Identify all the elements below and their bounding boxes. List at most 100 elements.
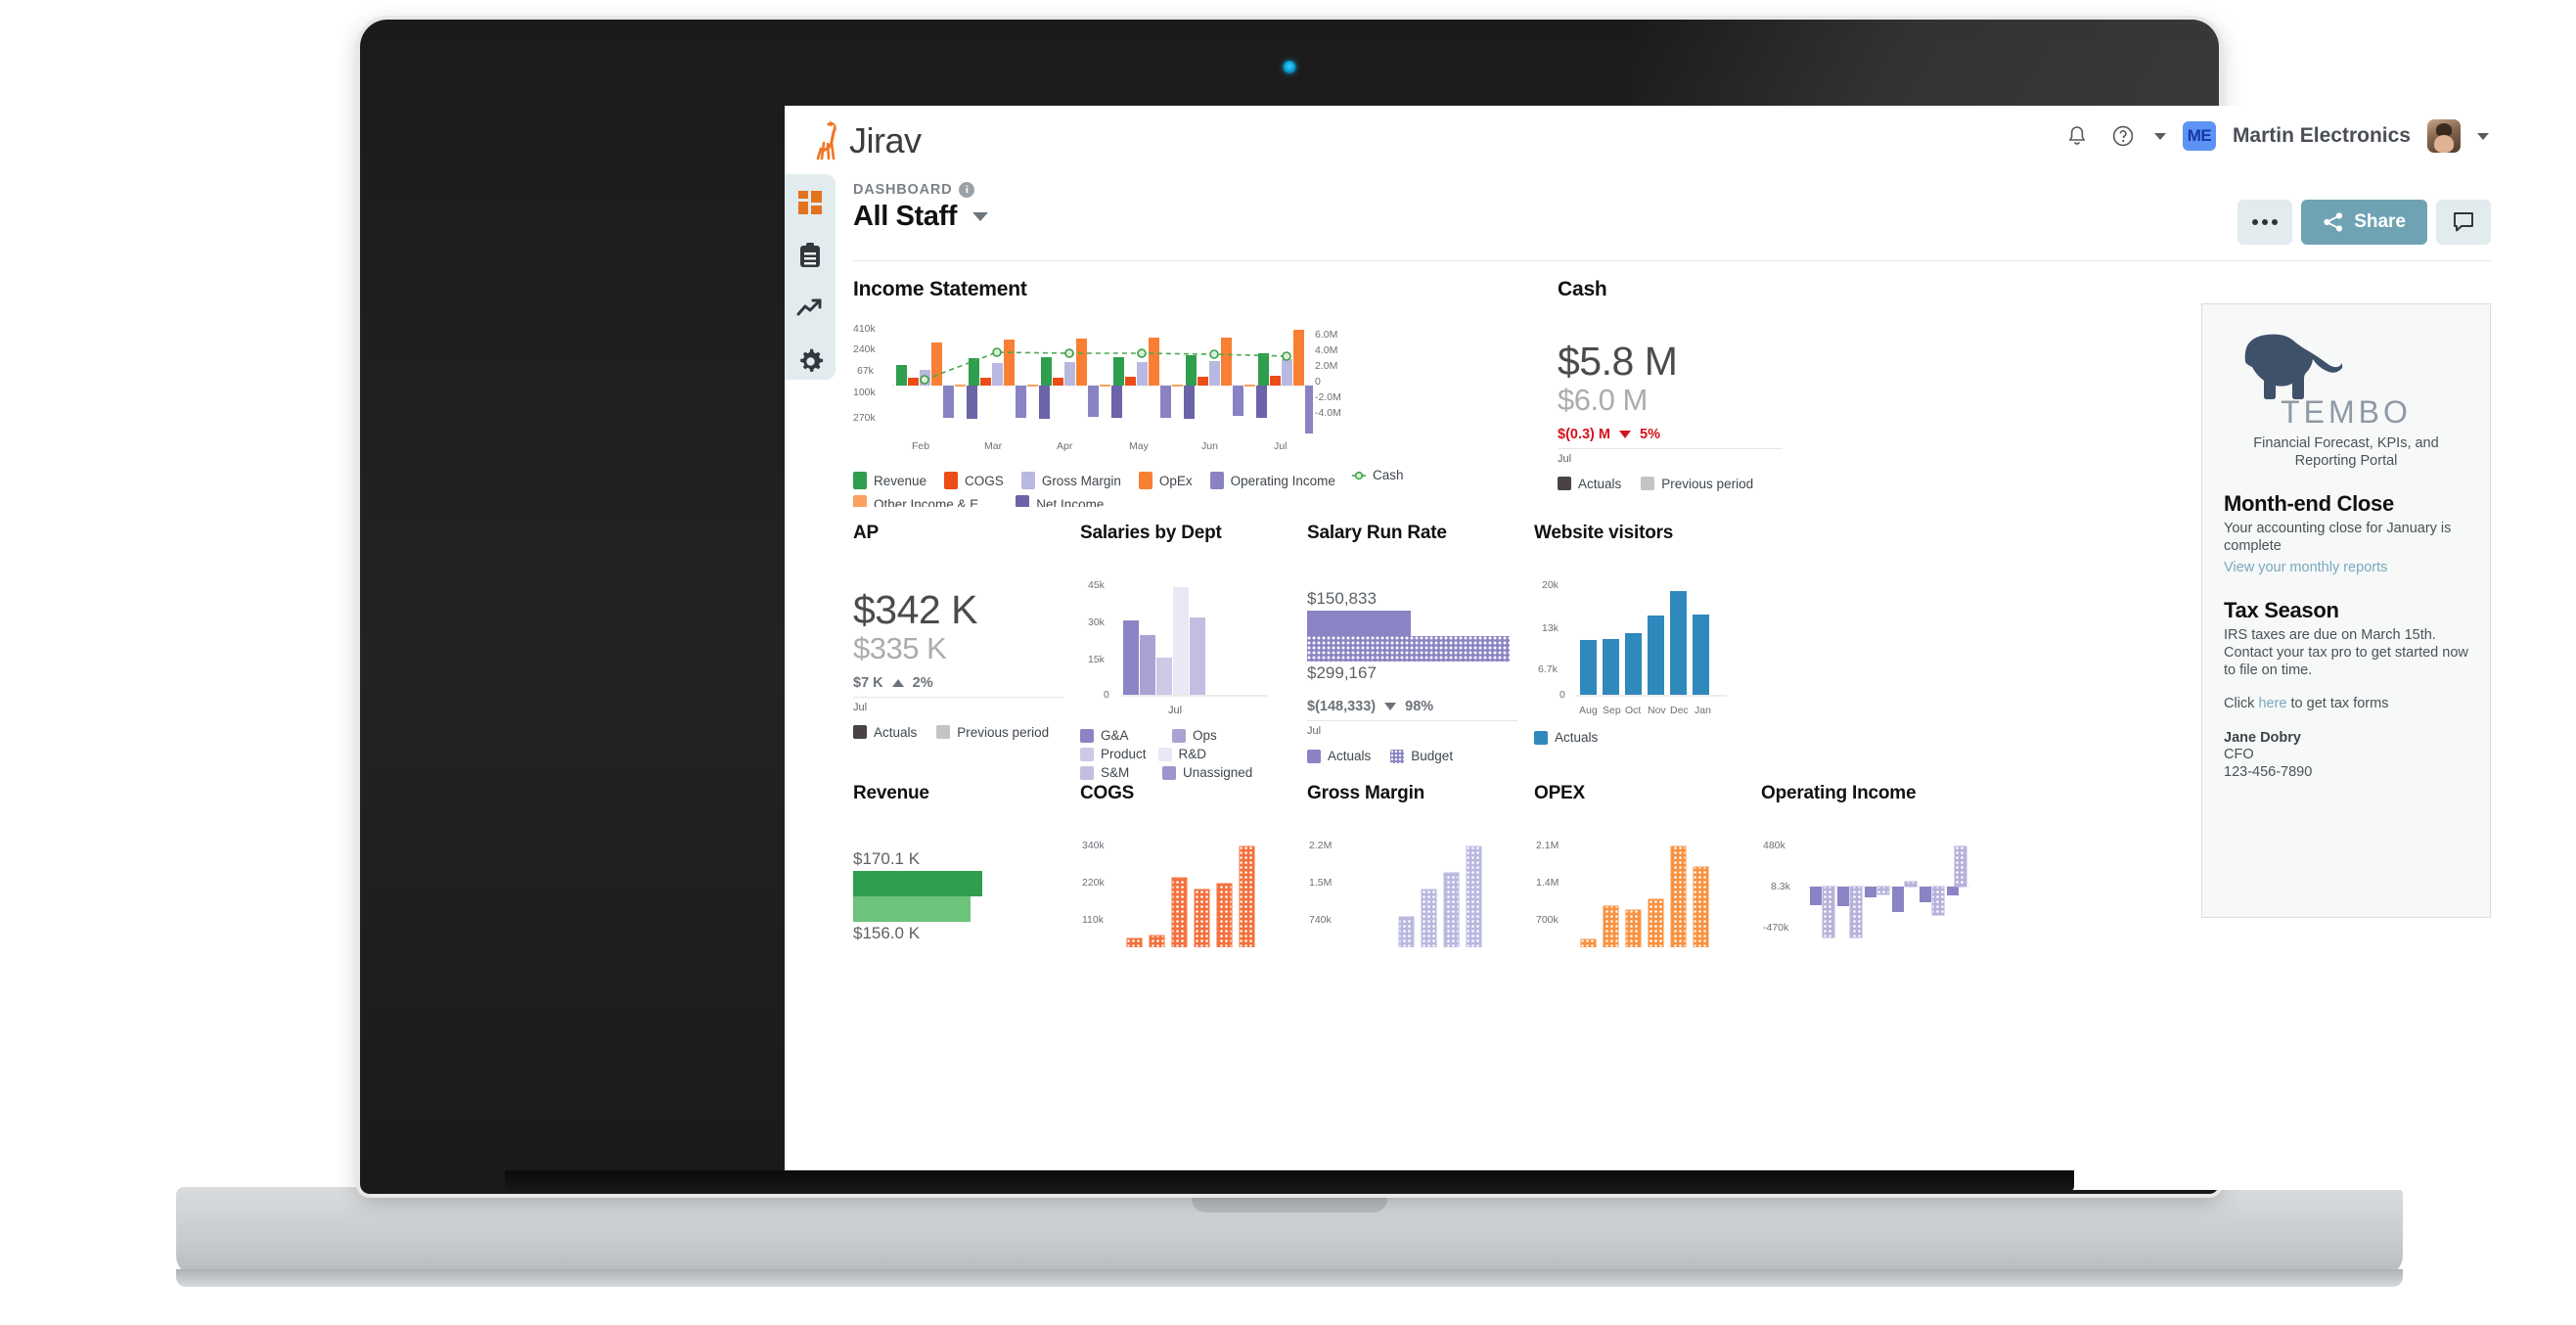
legend-item[interactable]: G&A bbox=[1080, 728, 1160, 743]
share-button[interactable]: Share bbox=[2301, 200, 2427, 245]
legend-swatch bbox=[1209, 472, 1224, 489]
user-caret-down-icon[interactable] bbox=[2477, 132, 2489, 140]
page-header-actions: Share bbox=[2237, 200, 2491, 245]
legend-item[interactable]: S&M bbox=[1080, 765, 1151, 780]
revenue-chart[interactable]: $170.1 K $156.0 K bbox=[853, 849, 1063, 943]
legend-item[interactable]: Actuals bbox=[1307, 749, 1371, 763]
divider bbox=[853, 696, 1063, 698]
y-tick: 13k bbox=[1542, 622, 1559, 634]
sidebar-item-trends[interactable] bbox=[793, 292, 827, 325]
legend-label: Actuals bbox=[1328, 749, 1372, 763]
ap-legend: Actuals Previous period bbox=[853, 725, 1063, 740]
x-tick: Jul bbox=[1167, 705, 1183, 716]
legend-item[interactable]: Revenue bbox=[853, 472, 926, 489]
gear-icon bbox=[799, 348, 823, 372]
legend-swatch bbox=[1080, 728, 1094, 743]
card-title: COGS bbox=[1080, 783, 1135, 803]
chevron-down-icon[interactable] bbox=[972, 212, 988, 221]
legend-item-cash[interactable]: Cash bbox=[1352, 468, 1404, 482]
card-cogs: COGS 340k 220k 110k bbox=[1080, 783, 1290, 953]
legend-swatch bbox=[1080, 765, 1094, 780]
org-name: Martin Electronics bbox=[2232, 124, 2411, 147]
y-tick: 15k bbox=[1088, 654, 1105, 665]
card-cash: Cash $5.8 M $6.0 M $(0.3) M 5% Jul Actua… bbox=[1558, 278, 1783, 491]
legend-item[interactable]: Ops bbox=[1172, 728, 1243, 743]
giraffe-icon bbox=[816, 120, 836, 160]
sidebar-item-dashboard[interactable] bbox=[793, 186, 827, 219]
gross-margin-chart[interactable]: 2.2M 1.5M 740k bbox=[1307, 840, 1517, 953]
legend-item[interactable]: Product bbox=[1080, 747, 1147, 761]
y-tick: 0 bbox=[1104, 689, 1109, 701]
breadcrumb-label: DASHBOARD bbox=[853, 182, 953, 198]
legend-item[interactable]: Budget bbox=[1390, 749, 1453, 763]
srr-period: Jul bbox=[1307, 725, 1322, 737]
more-options-button[interactable] bbox=[2237, 200, 2293, 245]
help-caret-down-icon[interactable] bbox=[2153, 132, 2166, 140]
legend-item[interactable]: R&D bbox=[1157, 747, 1239, 761]
legend-label: Other Income & E bbox=[874, 496, 979, 508]
srr-delta-value: $(148,333) bbox=[1307, 699, 1377, 714]
legend-item[interactable]: Actuals bbox=[853, 725, 917, 740]
legend-swatch bbox=[853, 472, 867, 489]
x-tick: Aug bbox=[1579, 705, 1598, 716]
legend-item[interactable]: Previous period bbox=[1641, 477, 1753, 491]
cash-delta: $(0.3) M 5% bbox=[1558, 427, 1783, 448]
srr-actual-label: $150,833 bbox=[1307, 589, 1377, 608]
legend-swatch bbox=[1172, 728, 1186, 743]
x-tick: Apr bbox=[1057, 440, 1073, 452]
salary-run-rate-chart[interactable]: $150,833 $299,167 bbox=[1307, 589, 1517, 683]
app-logo[interactable]: Jirav bbox=[816, 119, 922, 162]
y2-tick: -4.0M bbox=[1315, 407, 1341, 419]
header-divider bbox=[853, 260, 2491, 261]
avatar[interactable] bbox=[2427, 119, 2461, 153]
ap-period: Jul bbox=[853, 701, 868, 713]
legend-label: Previous period bbox=[957, 724, 1050, 740]
srr-budget-bar bbox=[1307, 636, 1510, 662]
salaries-by-dept-chart[interactable]: 45k 30k 15k 0 bbox=[1080, 579, 1290, 703]
arrow-down-icon bbox=[1619, 430, 1631, 438]
legend-item[interactable]: COGS bbox=[944, 472, 1004, 489]
legend-item[interactable]: Net Income bbox=[1016, 495, 1104, 507]
info-icon[interactable]: i bbox=[959, 182, 975, 198]
y2-tick: 6.0M bbox=[1315, 329, 1338, 341]
legend-swatch bbox=[1641, 477, 1655, 491]
y-tick: 0 bbox=[1559, 689, 1565, 701]
comment-button[interactable] bbox=[2436, 200, 2491, 245]
arrow-down-icon bbox=[1384, 703, 1397, 710]
help-circle-icon[interactable] bbox=[2108, 121, 2138, 151]
income-statement-chart[interactable]: 410k 240k 67k 100k 270k 6.0M 4.0M 2.0M 0… bbox=[853, 323, 1528, 438]
operating-income-plot bbox=[1808, 845, 1969, 938]
opex-plot bbox=[1580, 845, 1709, 947]
card-salary-run-rate: Salary Run Rate $150,833 $299,167 $(148,… bbox=[1307, 523, 1517, 763]
grid-squares-icon bbox=[798, 191, 822, 214]
legend-item[interactable]: Actuals bbox=[1534, 730, 1598, 745]
legend-item[interactable]: Operating Income bbox=[1209, 472, 1335, 489]
card-title: Income Statement bbox=[853, 278, 1027, 300]
ap-previous-value: $335 K bbox=[853, 631, 947, 666]
bell-icon[interactable] bbox=[2062, 121, 2092, 151]
y-tick: 240k bbox=[853, 343, 876, 355]
legend-item[interactable]: Gross Margin bbox=[1020, 472, 1121, 489]
legend-label: Product bbox=[1101, 747, 1147, 761]
legend-swatch bbox=[1016, 495, 1030, 507]
legend-item[interactable]: Actuals bbox=[1558, 477, 1621, 491]
dashboard-row-2: AP $342 K $335 K $7 K 2% Jul Actuals Pre… bbox=[853, 523, 2491, 780]
legend-item[interactable]: Other Income & E bbox=[853, 495, 978, 507]
website-visitors-chart[interactable]: 20k 13k 6.7k 0 bbox=[1534, 579, 1744, 703]
sidebar-item-settings[interactable] bbox=[793, 344, 827, 378]
cogs-plot bbox=[1126, 845, 1255, 947]
opex-chart[interactable]: 2.1M 1.4M 700k bbox=[1534, 840, 1744, 953]
legend-item[interactable]: Unassigned bbox=[1162, 765, 1252, 780]
operating-income-chart[interactable]: 480k 8.3k -470k bbox=[1761, 840, 1986, 953]
card-operating-income: Operating Income 480k 8.3k -470k bbox=[1761, 783, 1986, 953]
legend-item[interactable]: OpEx bbox=[1138, 472, 1193, 489]
sidebar-item-reports[interactable] bbox=[793, 239, 827, 272]
cogs-chart[interactable]: 340k 220k 110k bbox=[1080, 840, 1290, 953]
card-title: Revenue bbox=[853, 783, 929, 803]
share-button-label: Share bbox=[2354, 211, 2406, 232]
top-bar-actions: ME Martin Electronics bbox=[2062, 119, 2489, 153]
divider bbox=[1558, 447, 1783, 449]
revenue-previous-label: $156.0 K bbox=[853, 924, 921, 942]
srr-legend: Actuals Budget bbox=[1307, 749, 1517, 763]
legend-item[interactable]: Previous period bbox=[936, 725, 1049, 740]
